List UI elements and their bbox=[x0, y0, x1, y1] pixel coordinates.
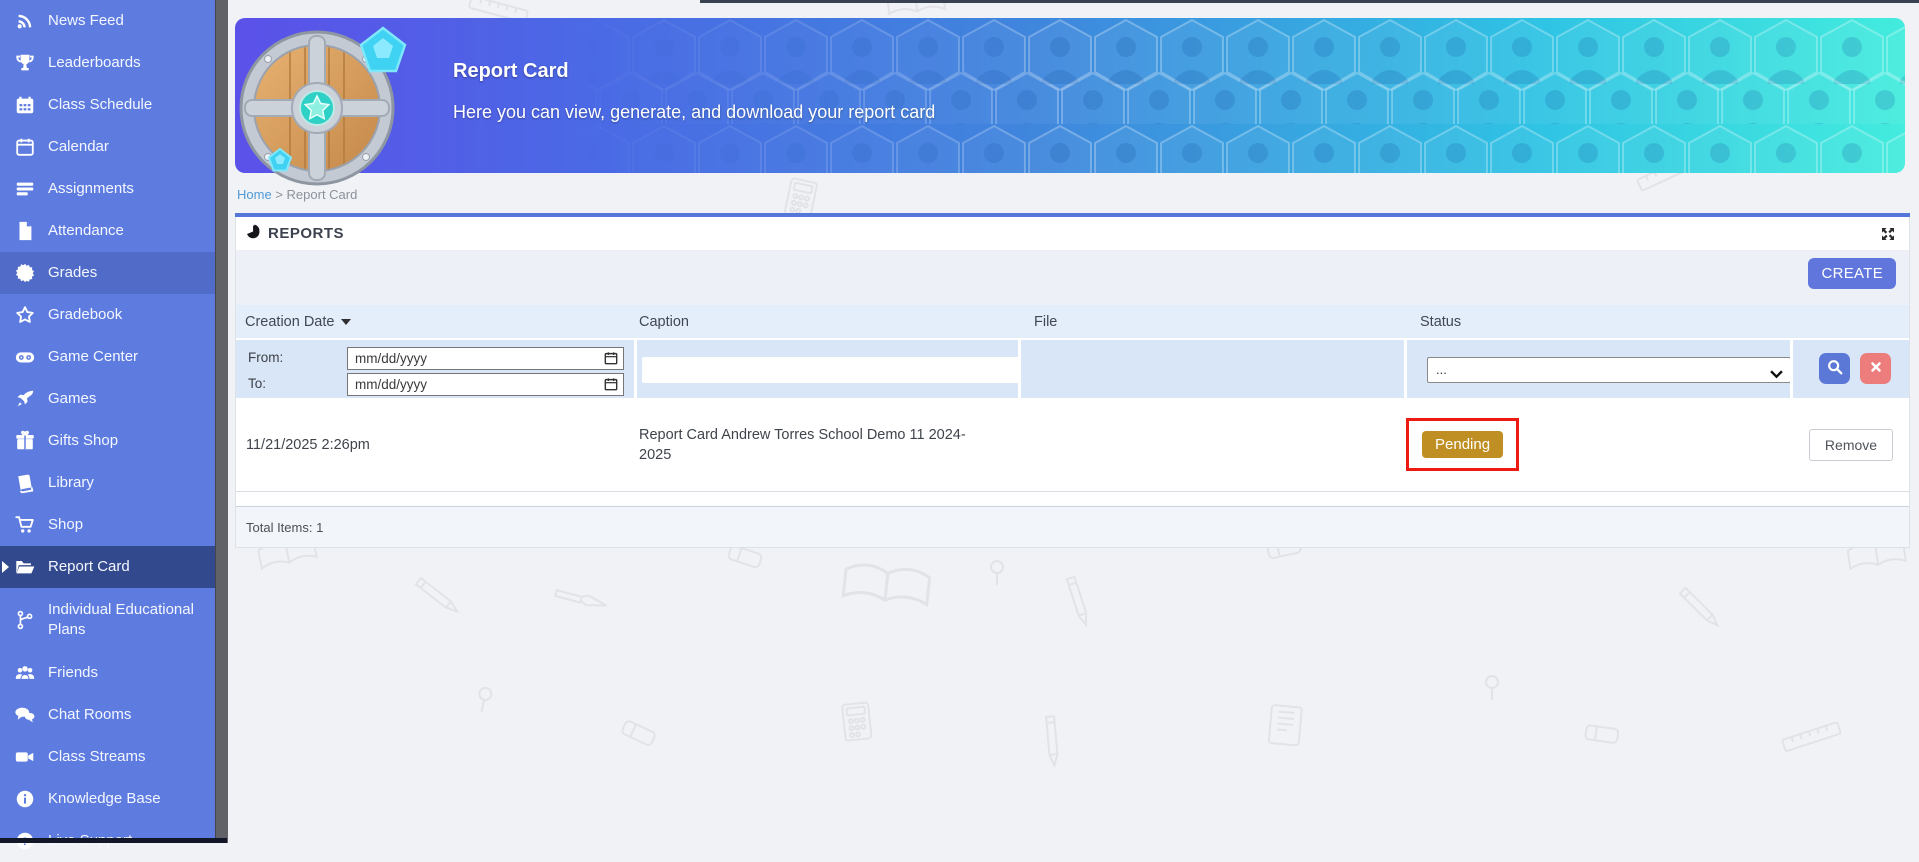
calendar-grid-icon bbox=[13, 93, 37, 117]
panel-footer: Total Items: 1 bbox=[236, 506, 1909, 547]
gift-icon bbox=[13, 429, 37, 453]
table-header-row: Creation Date Caption File Status bbox=[236, 305, 1909, 338]
star-icon bbox=[13, 303, 37, 327]
row-creation-date: 11/21/2025 2:26pm bbox=[236, 437, 634, 453]
folder-open-icon bbox=[13, 555, 37, 579]
panel-header: REPORTS bbox=[236, 217, 1909, 251]
column-header-status: Status bbox=[1404, 314, 1790, 330]
sidebar-item-individual-educational-plans[interactable]: Individual Educational Plans bbox=[0, 588, 215, 652]
sidebar-item-report-card[interactable]: Report Card bbox=[0, 546, 215, 588]
calendar-icon bbox=[13, 135, 37, 159]
screen-edge-artifact-bottom bbox=[0, 838, 227, 843]
chevron-down-icon bbox=[1770, 366, 1783, 384]
date-filter-cell: From: To: bbox=[236, 340, 634, 398]
panel-toolbar: CREATE bbox=[236, 251, 1909, 305]
caption-filter-input[interactable] bbox=[642, 357, 1020, 383]
screen-edge-artifact-top bbox=[700, 0, 1919, 3]
create-button[interactable]: CREATE bbox=[1808, 258, 1896, 289]
row-status-cell: Pending bbox=[1404, 418, 1790, 471]
date-to-input-box bbox=[347, 373, 624, 396]
video-icon bbox=[13, 745, 37, 769]
sidebar-item-class-streams[interactable]: Class Streams bbox=[0, 736, 215, 778]
pie-chart-icon bbox=[245, 224, 260, 244]
banner-background bbox=[235, 18, 1905, 173]
clear-filters-button[interactable] bbox=[1860, 353, 1891, 384]
search-button[interactable] bbox=[1819, 353, 1850, 384]
table-row: 11/21/2025 2:26pm Report Card Andrew Tor… bbox=[236, 398, 1909, 492]
search-icon bbox=[1826, 358, 1844, 379]
sidebar-item-shop[interactable]: Shop bbox=[0, 504, 215, 546]
total-items-label: Total Items: 1 bbox=[246, 520, 323, 535]
sidebar-item-game-center[interactable]: Game Center bbox=[0, 336, 215, 378]
date-to-input[interactable] bbox=[348, 374, 623, 395]
sidebar-item-friends[interactable]: Friends bbox=[0, 652, 215, 694]
from-label: From: bbox=[248, 350, 283, 365]
status-badge: Pending bbox=[1422, 431, 1503, 458]
calendar-picker-icon[interactable] bbox=[604, 351, 618, 370]
sidebar-item-chat-rooms[interactable]: Chat Rooms bbox=[0, 694, 215, 736]
sidebar-item-grades[interactable]: Grades bbox=[0, 252, 215, 294]
trophy-icon bbox=[13, 51, 37, 75]
chat-icon bbox=[13, 703, 37, 727]
page-title: Report Card bbox=[453, 60, 569, 83]
cart-icon bbox=[13, 513, 37, 537]
date-from-input-box bbox=[347, 347, 624, 370]
page-subtitle: Here you can view, generate, and downloa… bbox=[453, 102, 935, 123]
sidebar-item-attendance[interactable]: Attendance bbox=[0, 210, 215, 252]
sidebar-item-class-schedule[interactable]: Class Schedule bbox=[0, 84, 215, 126]
sidebar-divider bbox=[215, 0, 228, 843]
sort-caret-icon bbox=[341, 319, 351, 325]
reports-panel: REPORTS CREATE Creation Date Caption Fil… bbox=[235, 213, 1910, 548]
sidebar-item-calendar[interactable]: Calendar bbox=[0, 126, 215, 168]
hexagon-avatar-pattern bbox=[235, 18, 1905, 173]
book-icon bbox=[13, 471, 37, 495]
column-header-caption: Caption bbox=[634, 314, 1018, 330]
to-label: To: bbox=[248, 376, 266, 391]
sidebar-item-assignments[interactable]: Assignments bbox=[0, 168, 215, 210]
shield-badge-icon bbox=[237, 20, 427, 206]
x-icon bbox=[1869, 360, 1883, 377]
page-banner: Report Card Here you can view, generate,… bbox=[235, 18, 1905, 173]
annotation-box: Pending bbox=[1406, 418, 1519, 471]
file-filter-cell bbox=[1018, 340, 1404, 398]
remove-button[interactable]: Remove bbox=[1809, 429, 1893, 461]
caption-filter-cell bbox=[634, 340, 1018, 398]
column-header-creation-date[interactable]: Creation Date bbox=[236, 314, 634, 330]
info-icon bbox=[13, 787, 37, 811]
filter-row: From: To: ... bbox=[236, 338, 1909, 398]
rocket-icon bbox=[13, 387, 37, 411]
row-actions-cell: Remove bbox=[1790, 429, 1909, 461]
users-icon bbox=[13, 661, 37, 685]
sidebar-item-library[interactable]: Library bbox=[0, 462, 215, 504]
expand-arrows-icon[interactable] bbox=[1879, 225, 1897, 243]
column-header-file: File bbox=[1018, 314, 1404, 330]
status-filter-cell: ... bbox=[1404, 340, 1790, 398]
rss-icon bbox=[13, 9, 37, 33]
sidebar-item-knowledge-base[interactable]: Knowledge Base bbox=[0, 778, 215, 820]
sidebar-item-leaderboards[interactable]: Leaderboards bbox=[0, 42, 215, 84]
active-item-caret-icon bbox=[2, 561, 9, 573]
list-icon bbox=[13, 177, 37, 201]
branch-icon bbox=[13, 608, 37, 632]
row-caption: Report Card Andrew Torres School Demo 11… bbox=[634, 425, 1018, 465]
filter-actions-cell bbox=[1790, 340, 1909, 398]
gamepad-icon bbox=[13, 345, 37, 369]
status-select[interactable]: ... bbox=[1427, 357, 1791, 383]
calendar-picker-icon[interactable] bbox=[604, 377, 618, 396]
sidebar: News Feed Leaderboards Class Schedule Ca… bbox=[0, 0, 215, 843]
status-select-value: ... bbox=[1436, 362, 1447, 377]
sidebar-item-games[interactable]: Games bbox=[0, 378, 215, 420]
document-icon bbox=[13, 219, 37, 243]
sidebar-item-gifts-shop[interactable]: Gifts Shop bbox=[0, 420, 215, 462]
sidebar-item-news-feed[interactable]: News Feed bbox=[0, 0, 215, 42]
panel-title: REPORTS bbox=[268, 225, 344, 242]
seal-icon bbox=[13, 261, 37, 285]
sidebar-item-gradebook[interactable]: Gradebook bbox=[0, 294, 215, 336]
date-from-input[interactable] bbox=[348, 348, 623, 369]
panel-spacer bbox=[236, 492, 1909, 506]
